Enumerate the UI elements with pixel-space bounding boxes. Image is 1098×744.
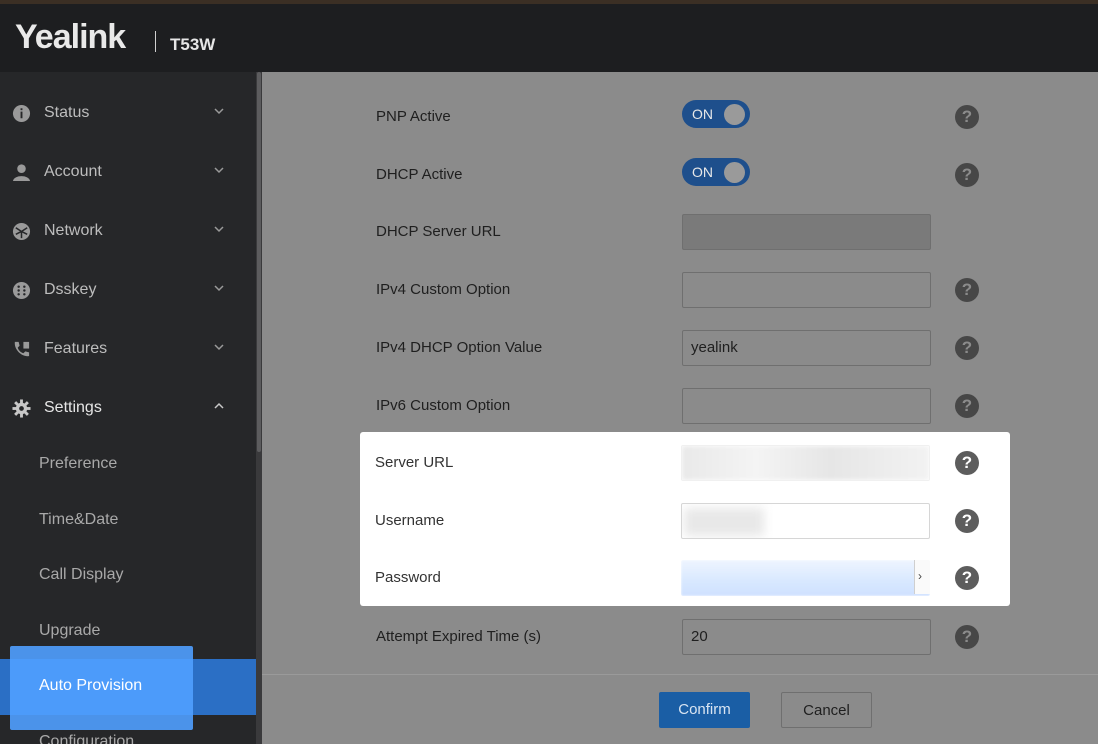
sidebar-subitem-upgrade[interactable]: Upgrade [0,611,256,651]
ipv4-dhcp-option-value-input[interactable]: yealink [682,330,931,366]
ipv4-custom-option-input[interactable] [682,272,931,308]
help-icon[interactable]: ? [955,509,979,533]
help-icon[interactable]: ? [955,163,979,187]
sidebar-subitem-time-date[interactable]: Time&Date [0,500,256,540]
user-icon [12,164,31,182]
field-label: Server URL [375,454,454,471]
chevron-down-icon [214,167,224,174]
info-icon [12,104,31,123]
password-reveal-button[interactable]: › [914,560,930,594]
confirm-button[interactable]: Confirm [659,692,750,728]
footer-divider [262,674,1098,675]
row-dhcp-server-url: DHCP Server URL [262,214,1098,272]
chevron-down-icon [214,285,224,292]
redacted-value [682,446,929,480]
row-pnp-active: PNP Active ON ? [262,99,1098,157]
chevron-up-icon [214,402,224,409]
row-server-url: Server URL ? [360,445,1010,503]
dhcp-active-toggle[interactable]: ON [682,158,750,186]
field-label: IPv4 DHCP Option Value [376,339,543,356]
pnp-active-toggle[interactable]: ON [682,100,750,128]
sidebar-item-account[interactable]: Account [0,152,256,192]
credentials-highlight-panel: Server URL ? Username ? Password › ? [360,432,1010,606]
sidebar-subitem-label: Upgrade [39,622,101,639]
field-label: DHCP Server URL [376,223,501,240]
sidebar-subitem-preference[interactable]: Preference [0,444,256,484]
help-icon[interactable]: ? [955,278,979,302]
help-icon[interactable]: ? [955,336,979,360]
field-label: DHCP Active [376,166,463,183]
ipv6-custom-option-input[interactable] [682,388,931,424]
field-label: Username [375,512,445,529]
redacted-value [681,560,930,596]
field-label: IPv4 Custom Option [376,281,511,298]
sidebar: Status Account Network Dsskey Features S… [0,72,256,744]
help-icon[interactable]: ? [955,105,979,129]
server-url-input[interactable] [681,445,930,481]
chevron-down-icon [214,344,224,351]
sidebar-item-status[interactable]: Status [0,93,256,133]
row-ipv4-custom-option: IPv4 Custom Option ? [262,272,1098,330]
sidebar-scrollbar-thumb[interactable] [257,72,261,452]
cancel-button[interactable]: Cancel [781,692,872,728]
field-label: IPv6 Custom Option [376,397,511,414]
sidebar-item-label: Features [44,340,108,357]
sidebar-subitem-label: Preference [39,455,118,472]
field-label: Password [375,569,441,586]
sidebar-item-label: Dsskey [44,281,97,298]
sidebar-subitem-label: Time&Date [39,511,119,528]
row-dhcp-active: DHCP Active ON ? [262,157,1098,215]
toggle-knob [724,104,745,125]
app-header: Yealink T53W [0,4,1098,72]
sidebar-subitem-call-display[interactable]: Call Display [0,555,256,595]
field-label: Attempt Expired Time (s) [376,628,542,645]
help-icon[interactable]: ? [955,566,979,590]
toggle-state: ON [692,164,713,180]
row-attempt-expired-time: Attempt Expired Time (s) 20 ? [262,619,1098,677]
dhcp-server-url-input [682,214,931,250]
help-icon[interactable]: ? [955,451,979,475]
keypad-icon [12,281,31,300]
password-input[interactable]: › [681,560,930,596]
sidebar-subitem-label: Configuration [39,733,135,744]
sidebar-item-features[interactable]: Features [0,329,256,369]
chevron-right-icon: › [918,569,922,583]
sidebar-item-settings[interactable]: Settings [0,388,256,428]
network-icon [12,222,31,241]
brand-divider [155,31,156,52]
sidebar-item-label: Status [44,104,90,121]
sidebar-item-network[interactable]: Network [0,211,256,251]
brand-logo: Yealink [15,18,126,56]
toggle-knob [724,162,745,183]
gear-icon [12,399,31,418]
phone-icon [14,341,30,357]
help-icon[interactable]: ? [955,394,979,418]
row-password: Password › ? [360,560,1010,618]
sidebar-item-label: Account [44,163,102,180]
toggle-state: ON [692,106,713,122]
sidebar-subitem-label-active: Auto Provision [39,677,143,694]
username-input[interactable] [681,503,930,539]
sidebar-item-label: Network [44,222,103,239]
redacted-value [684,508,764,536]
row-ipv4-dhcp-option-value: IPv4 DHCP Option Value yealink ? [262,330,1098,388]
chevron-down-icon [214,226,224,233]
field-label: PNP Active [376,108,451,125]
sidebar-item-dsskey[interactable]: Dsskey [0,270,256,310]
auto-provision-form: PNP Active ON ? DHCP Active ON ? DHCP Se… [262,72,1098,744]
help-icon[interactable]: ? [955,625,979,649]
attempt-expired-time-input[interactable]: 20 [682,619,931,655]
chevron-down-icon [214,108,224,115]
sidebar-subitem-label: Call Display [39,566,124,583]
sidebar-item-label: Settings [44,399,102,416]
device-model: T53W [170,35,216,54]
row-username: Username ? [360,503,1010,561]
